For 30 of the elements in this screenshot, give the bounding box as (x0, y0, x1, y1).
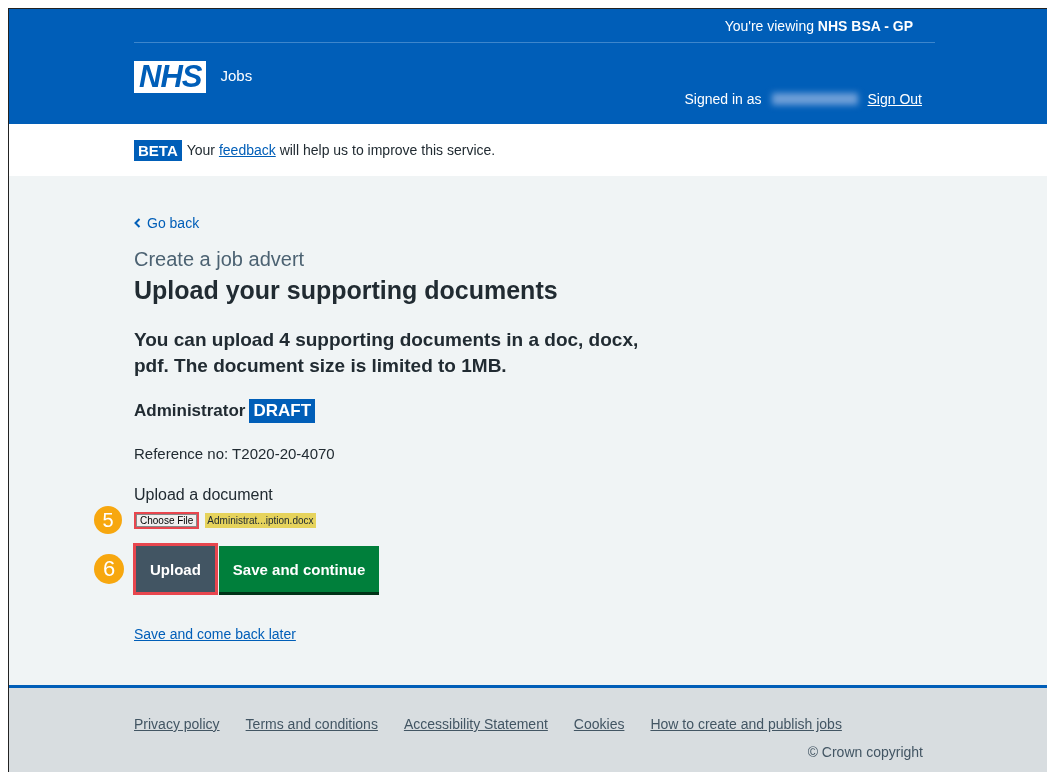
beta-tag: BETA (134, 139, 182, 161)
chevron-left-icon (134, 218, 141, 228)
signed-in-label: Signed in as (684, 91, 762, 107)
footer-link[interactable]: Accessibility Statement (403, 716, 548, 732)
copyright-text: © Crown copyright (807, 744, 923, 760)
file-name: Administrat...iption.docx (205, 512, 316, 528)
footer-link[interactable]: Terms and conditions (245, 716, 378, 732)
footer-link[interactable]: Privacy policy (134, 716, 220, 732)
intro-text: You can upload 4 supporting documents in a doc, docx, pdf. The document size is limited to 1MB. (134, 328, 640, 378)
step-badge: 6 (94, 554, 124, 584)
job-title: Administrator (134, 401, 246, 421)
feedback-link[interactable]: feedback (218, 142, 276, 158)
beta-banner-text: Your feedback will help us to improve this service. (186, 142, 496, 158)
nhs-logo[interactable]: NHS (134, 61, 207, 93)
go-back-link[interactable]: Go back (134, 215, 200, 231)
save-later-link[interactable]: Save and come back later (134, 626, 296, 642)
page-caption: Create a job advert (134, 248, 305, 271)
page-heading: Upload your supporting documents (134, 276, 558, 305)
viewing-organisation-text: You're viewing NHS BSA - GP (724, 18, 913, 34)
reference-number: Reference no: T2020-20-4070 (134, 445, 335, 462)
status-tag: DRAFT (249, 399, 316, 423)
footer-link[interactable]: Cookies (573, 716, 625, 732)
service-name: Jobs (220, 66, 253, 84)
footer-link[interactable]: How to create and publish jobs (650, 716, 842, 732)
upload-button[interactable]: Upload (136, 546, 215, 592)
upload-label: Upload a document (134, 486, 273, 504)
choose-file-button[interactable]: Choose File (134, 511, 200, 529)
save-and-continue-button[interactable]: Save and continue (218, 546, 380, 592)
step-badge: 5 (94, 506, 122, 534)
sign-out-link[interactable]: Sign Out (867, 91, 922, 107)
